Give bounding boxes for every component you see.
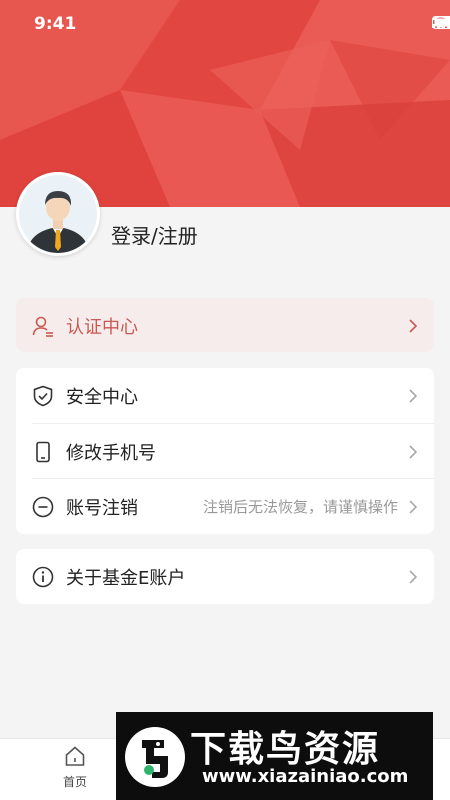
watermark-banner: 下载鸟资源 www.xiazainiao.com: [116, 712, 433, 800]
about-card[interactable]: 关于基金E账户: [16, 549, 434, 604]
home-icon: [65, 746, 85, 766]
user-certify-icon: [32, 316, 53, 337]
watermark-url: www.xiazainiao.com: [202, 766, 409, 787]
avatar[interactable]: [16, 172, 100, 256]
chevron-right-icon: [409, 318, 418, 333]
certification-card[interactable]: 认证中心: [16, 298, 434, 352]
settings-menu-card: 安全中心 修改手机号 账号注销 注销后无法恢复，请谨慎操作: [16, 368, 434, 534]
menu-item-about[interactable]: 关于基金E账户: [16, 549, 434, 604]
certification-label: 认证中心: [66, 316, 138, 338]
chevron-right-icon: [409, 444, 418, 459]
status-time: 9:41: [34, 14, 77, 34]
menu-item-label: 安全中心: [66, 386, 138, 408]
minus-circle-icon: [32, 496, 54, 517]
chevron-right-icon: [409, 388, 418, 403]
shield-check-icon: [33, 385, 53, 406]
menu-item-cancel-account[interactable]: 账号注销 注销后无法恢复，请谨慎操作: [16, 479, 434, 534]
tab-home[interactable]: 首页: [48, 745, 102, 790]
menu-item-label: 账号注销: [66, 497, 138, 519]
chevron-right-icon: [409, 569, 418, 584]
phone-icon: [36, 441, 50, 462]
certification-row[interactable]: 认证中心: [16, 298, 434, 353]
avatar-person-icon: [19, 175, 97, 253]
watermark-title: 下载鸟资源: [190, 729, 381, 770]
info-icon: [32, 566, 54, 587]
battery-icon: [432, 16, 450, 29]
tab-home-label: 首页: [62, 775, 87, 789]
chevron-right-icon: [409, 499, 418, 514]
cancel-account-hint: 注销后无法恢复，请谨慎操作: [202, 498, 398, 516]
about-label: 关于基金E账户: [66, 567, 186, 589]
bird-logo-icon: [125, 727, 185, 787]
status-bar: 9:41: [0, 0, 450, 48]
menu-item-change-phone[interactable]: 修改手机号: [16, 424, 434, 479]
menu-item-label: 修改手机号: [66, 442, 156, 464]
login-register-link[interactable]: 登录/注册: [111, 220, 198, 249]
menu-item-security[interactable]: 安全中心: [16, 368, 434, 423]
